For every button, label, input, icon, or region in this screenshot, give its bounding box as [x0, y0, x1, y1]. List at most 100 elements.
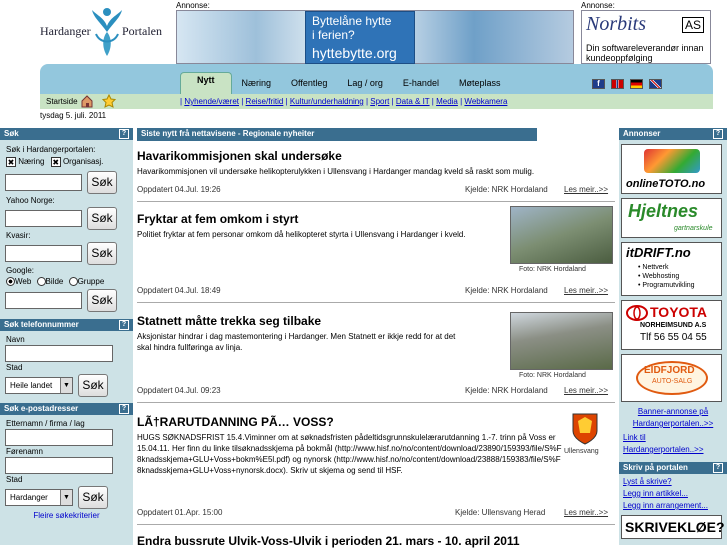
tab-offentleg[interactable]: Offentleg — [281, 75, 337, 95]
language-flags: f — [592, 79, 662, 89]
hjeltnes-ad[interactable]: Hjeltnes gartnarskule — [621, 198, 722, 238]
radio-bilde-label: Bilde — [45, 277, 64, 286]
more-criteria-link[interactable]: Fleire søkekriterier — [0, 511, 133, 520]
phone-navn-input[interactable] — [5, 345, 113, 363]
article-title[interactable]: Havarikommisjonen skal undersøke — [137, 149, 617, 163]
toyota-sub: NORHEIMSUND A.S — [640, 322, 707, 329]
radio-web[interactable] — [6, 277, 15, 287]
sublink-data[interactable]: Data & IT — [396, 97, 430, 106]
itdrift-item: • Nettverk — [638, 264, 669, 271]
check-naering-label: Næring — [18, 157, 45, 167]
skriveklo-ad[interactable]: SKRIVEKLØE? — [621, 515, 725, 539]
help-icon[interactable]: ? — [119, 404, 129, 415]
portal-search-input[interactable] — [5, 174, 82, 191]
photo-caption: Foto: NRK Hordaland — [519, 266, 586, 273]
write-link[interactable]: Lyst å skrive? — [623, 476, 727, 488]
article-3: Statnett måtte trekka seg tilbake Aksjon… — [137, 312, 617, 403]
home-icon[interactable] — [80, 94, 94, 108]
itdrift-ad[interactable]: itDRIFT.no • Nettverk • Webhosting • Pro… — [621, 242, 722, 296]
hyttebytte-line2: i ferien? — [312, 28, 355, 42]
facebook-icon[interactable]: f — [592, 79, 605, 89]
check-organisasj[interactable]: ✖ — [50, 157, 61, 167]
read-more-link[interactable]: Les meir..>> — [564, 286, 608, 295]
tab-nytt[interactable]: Nytt — [180, 72, 232, 95]
search-checkboxes: ✖ Næring ✖ Organisasj. — [6, 157, 133, 167]
divider — [137, 201, 615, 202]
banner-ad-link[interactable]: Banner-annonse på Hardangerportalen..>> — [619, 406, 727, 430]
tab-ehandel[interactable]: E-handel — [393, 75, 449, 95]
kvasir-search-input[interactable] — [5, 245, 82, 262]
portal-search-button[interactable]: Søk — [87, 171, 117, 194]
site-logo[interactable]: Hardanger Portalen — [40, 4, 170, 62]
sublink-media[interactable]: Media — [436, 97, 458, 106]
help-icon[interactable]: ? — [713, 463, 723, 473]
phone-area-select[interactable]: Heile landet ▼ — [5, 377, 73, 395]
email-stad-label: Stad — [6, 475, 23, 485]
kvasir-label: Kvasir: — [6, 231, 31, 240]
tab-lag-org[interactable]: Lag / org — [337, 75, 393, 95]
email-fornamn-label: Førenamn — [6, 447, 43, 457]
main-nav-tabs: Nytt Næring Offentleg Lag / org E-handel… — [180, 72, 511, 95]
eidfjord-ad[interactable]: EIDFJORD AUTO-SALG — [621, 354, 722, 402]
sublink-sport[interactable]: Sport — [370, 97, 389, 106]
news-heading: Siste nytt frå nettavisene - Regionale n… — [137, 128, 537, 141]
link-to-portal[interactable]: Link til Hardangerportalen..>> — [623, 432, 727, 456]
help-icon[interactable]: ? — [119, 129, 129, 139]
article-photo[interactable] — [510, 206, 613, 264]
email-search-button[interactable]: Søk — [78, 486, 108, 510]
eidfjord-sub: AUTO-SALG — [652, 378, 693, 385]
onlinetoto-ad[interactable]: onlineTOTO.no — [621, 144, 722, 194]
article-title[interactable]: Endra bussrute Ulvik-Voss-Ulvik i period… — [137, 534, 617, 548]
norbits-banner[interactable]: Norbits AS Din softwareleverandør innan … — [581, 10, 711, 64]
check-naering[interactable]: ✖ — [6, 157, 16, 167]
google-search-button[interactable]: Søk — [87, 289, 117, 313]
radio-gruppe[interactable] — [68, 277, 78, 287]
kvasir-search-button[interactable]: Søk — [87, 242, 117, 265]
help-icon[interactable]: ? — [713, 129, 723, 139]
article-source: Kjelde: NRK Hordaland — [465, 286, 548, 295]
article-photo[interactable] — [510, 312, 613, 370]
article-updated: Oppdatert 04.Jul. 19:26 — [137, 185, 221, 194]
email-etternamn-label: Etternamn / firma / lag — [6, 419, 85, 429]
email-fornamn-input[interactable] — [5, 457, 113, 475]
sublink-nyhende[interactable]: Nyhende/været — [184, 97, 239, 106]
uk-flag-icon[interactable] — [649, 79, 662, 89]
article-updated: Oppdatert 04.Jul. 09:23 — [137, 386, 221, 395]
read-more-link[interactable]: Les meir..>> — [564, 386, 608, 395]
germany-flag-icon[interactable] — [630, 79, 643, 89]
sublink-webkamera[interactable]: Webkamera — [464, 97, 507, 106]
read-more-link[interactable]: Les meir..>> — [564, 508, 608, 517]
favorite-star-icon[interactable] — [102, 94, 116, 108]
email-area-select[interactable]: Hardanger ▼ — [5, 489, 73, 507]
article-updated: Oppdatert 04.Jul. 18:49 — [137, 286, 221, 295]
toyota-ad[interactable]: TOYOTA NORHEIMSUND A.S Tlf 56 55 04 55 — [621, 300, 722, 350]
coat-of-arms-caption: Ullensvang — [564, 448, 599, 455]
startside-link[interactable]: Startside — [46, 97, 78, 106]
yahoo-search-input[interactable] — [5, 210, 82, 227]
email-panel-header: Søk e-postadresser? — [0, 403, 133, 416]
sublink-reise[interactable]: Reise/fritid — [246, 97, 284, 106]
write-link[interactable]: Legg inn arrangement... — [623, 500, 727, 512]
sub-nav-links: | Nyhende/været | Reise/fritid | Kultur/… — [180, 97, 508, 106]
yahoo-search-button[interactable]: Søk — [87, 207, 117, 230]
phone-area-value: Heile landet — [10, 381, 53, 391]
hyttebytte-banner[interactable]: Byttelåne hytte i ferien? hyttebytte.org — [176, 10, 574, 64]
norway-flag-icon[interactable] — [611, 79, 624, 89]
article-desc: Politiet fryktar at fem personar omkom d… — [137, 230, 466, 239]
article-2: Fryktar at fem omkom i styrt Politiet fr… — [137, 206, 617, 303]
phone-panel-title: Søk telefonnummer — [4, 320, 79, 330]
radio-bilde[interactable] — [36, 277, 46, 287]
sublink-kultur[interactable]: Kultur/underhaldning — [290, 97, 364, 106]
itdrift-list: • Nettverk • Webhosting • Programutvikli… — [638, 263, 695, 290]
email-etternamn-input[interactable] — [5, 429, 113, 447]
article-title[interactable]: LÃ†RARUTDANNING PÃ… VOSS? — [137, 415, 617, 429]
tab-naering[interactable]: Næring — [232, 75, 282, 95]
read-more-link[interactable]: Les meir..>> — [564, 185, 608, 194]
divider — [137, 524, 615, 525]
write-link[interactable]: Legg inn artikkel... — [623, 488, 727, 500]
google-search-input[interactable] — [5, 292, 82, 310]
yahoo-label: Yahoo Norge: — [6, 196, 55, 205]
help-icon[interactable]: ? — [119, 320, 129, 331]
tab-moteplass[interactable]: Møteplass — [449, 75, 511, 95]
phone-search-button[interactable]: Søk — [78, 374, 108, 398]
